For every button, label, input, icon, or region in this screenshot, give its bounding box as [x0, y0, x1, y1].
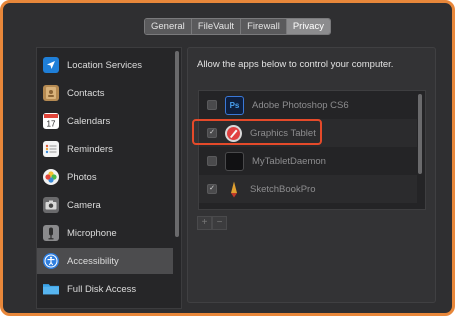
sidebar-item-photos[interactable]: Photos — [37, 164, 173, 190]
microphone-icon — [43, 225, 59, 241]
app-list: Ps Adobe Photoshop CS6 ✓ Graphics Tablet… — [198, 90, 426, 210]
app-checkbox[interactable]: ✓ — [207, 184, 217, 194]
tab-privacy[interactable]: Privacy — [286, 19, 330, 34]
sidebar-item-label: Calendars — [67, 115, 111, 127]
sidebar-item-accessibility[interactable]: Accessibility — [37, 248, 173, 274]
app-checkbox[interactable] — [207, 156, 217, 166]
tab-firewall[interactable]: Firewall — [241, 19, 287, 34]
app-label: MyTabletDaemon — [252, 155, 326, 167]
add-app-button[interactable]: + — [197, 216, 212, 230]
graphics-tablet-highlight-box — [192, 119, 322, 145]
photoshop-icon: Ps — [225, 95, 244, 115]
app-checkbox[interactable] — [207, 100, 217, 110]
folder-icon — [43, 281, 59, 297]
calendar-icon: 17 — [43, 113, 59, 129]
preferences-window: General FileVault Firewall Privacy Locat… — [0, 0, 455, 316]
privacy-category-list: Location Services Contacts 17 Calendars … — [36, 47, 182, 309]
tab-bar: General FileVault Firewall Privacy — [144, 18, 331, 35]
instruction-text: Allow the apps below to control your com… — [197, 59, 394, 70]
reminders-list-icon — [43, 141, 59, 157]
app-row-mytabletdaemon[interactable]: MyTabletDaemon — [199, 147, 417, 175]
sidebar-item-label: Contacts — [67, 87, 105, 99]
sidebar-item-label: Full Disk Access — [67, 283, 137, 295]
sidebar-item-label: Location Services — [67, 59, 142, 71]
terminal-icon — [225, 151, 244, 171]
sidebar-item-contacts[interactable]: Contacts — [37, 80, 173, 106]
app-row-sketchbookpro[interactable]: ✓ SketchBookPro — [199, 175, 417, 203]
app-list-scrollbar[interactable] — [418, 94, 422, 174]
svg-text:17: 17 — [47, 120, 56, 129]
tab-general[interactable]: General — [145, 19, 192, 34]
sidebar-item-label: Accessibility — [67, 255, 119, 267]
sidebar-item-label: Microphone — [67, 227, 117, 239]
remove-app-button[interactable]: − — [212, 216, 227, 230]
photos-flower-icon — [43, 169, 59, 185]
sidebar-item-label: Photos — [67, 171, 97, 183]
sidebar-item-full-disk-access[interactable]: Full Disk Access — [37, 276, 173, 302]
sidebar-item-reminders[interactable]: Reminders — [37, 136, 173, 162]
sidebar-scrollbar[interactable] — [175, 51, 179, 237]
app-row-adobe-photoshop[interactable]: Ps Adobe Photoshop CS6 — [199, 91, 417, 119]
sidebar-item-calendars[interactable]: 17 Calendars — [37, 108, 173, 134]
sidebar-item-label: Reminders — [67, 143, 113, 155]
tab-filevault[interactable]: FileVault — [191, 19, 242, 34]
location-arrow-icon — [43, 57, 59, 73]
app-label: Adobe Photoshop CS6 — [252, 99, 349, 111]
sidebar-item-microphone[interactable]: Microphone — [37, 220, 173, 246]
camera-icon — [43, 197, 59, 213]
pencil-icon — [225, 181, 242, 198]
sidebar-item-label: Camera — [67, 199, 101, 211]
sidebar-item-location-services[interactable]: Location Services — [37, 52, 173, 78]
app-label: SketchBookPro — [250, 183, 316, 195]
sidebar-item-camera[interactable]: Camera — [37, 192, 173, 218]
contacts-book-icon — [43, 85, 59, 101]
accessibility-icon — [43, 253, 59, 269]
